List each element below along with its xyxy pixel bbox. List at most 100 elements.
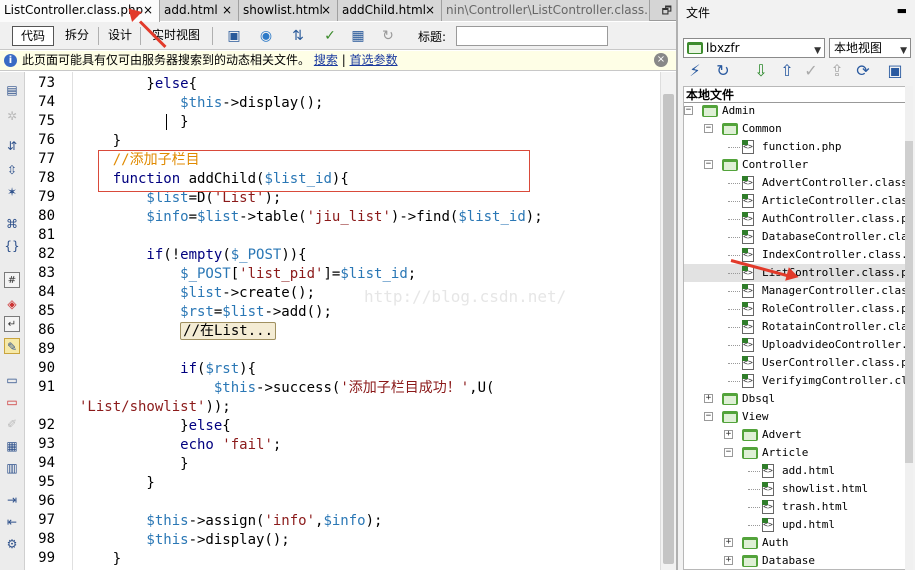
code-line[interactable]: $this->display(); [79, 531, 289, 550]
tab-addchild-html[interactable]: addChild.html × [338, 0, 442, 21]
tab-add-html[interactable]: add.html × [160, 0, 239, 21]
tree-file[interactable]: <> DatabaseController.class.php [684, 228, 905, 246]
tree-folder[interactable]: − Article [684, 444, 905, 462]
panel-minimize-icon[interactable]: ▬ [897, 4, 907, 17]
collapse-icon[interactable]: − [704, 160, 713, 169]
tree-file[interactable]: <> upd.html [684, 516, 905, 534]
code-editor[interactable]: }else{ $this->display(); } } //添加子栏目 fun… [75, 72, 660, 570]
format-source-icon[interactable]: ⚙ [4, 536, 20, 552]
tab-close-icon[interactable]: × [321, 0, 331, 20]
tree-folder[interactable]: − Admin [684, 102, 905, 120]
scrollbar-thumb[interactable] [663, 94, 674, 564]
indent-code-icon[interactable]: ⇥ [4, 492, 20, 508]
collapse-selection-icon[interactable]: ⇳ [4, 162, 20, 178]
site-select[interactable]: lbxzfr ▼ [683, 38, 825, 58]
check-browser-icon[interactable]: ✓ [320, 27, 340, 45]
editor-vertical-scrollbar[interactable] [660, 72, 676, 570]
expand-all-icon[interactable]: ✶ [4, 184, 20, 200]
tree-folder[interactable]: + Database [684, 552, 905, 569]
code-line[interactable]: $this->assign('info',$info); [79, 512, 382, 531]
collapse-icon[interactable]: − [724, 448, 733, 457]
open-documents-icon[interactable]: ▤ [4, 82, 20, 98]
tree-folder[interactable]: + Auth [684, 534, 905, 552]
wrap-tag-icon[interactable]: ✐ [4, 416, 20, 432]
design-view-button[interactable]: 设计 [102, 26, 138, 46]
line-numbers-icon[interactable]: # [4, 272, 20, 288]
scrollbar-thumb[interactable] [905, 141, 913, 463]
view-select[interactable]: 本地视图 ▼ [829, 38, 911, 58]
search-link[interactable]: 搜索 [314, 53, 338, 67]
tree-file[interactable]: <> add.html [684, 462, 905, 480]
code-line[interactable]: }else{ [79, 75, 197, 94]
tab-showlist-html[interactable]: showlist.html × [239, 0, 338, 21]
tree-file[interactable]: <> AdvertController.class.php [684, 174, 905, 192]
outdent-code-icon[interactable]: ⇤ [4, 514, 20, 530]
word-wrap-icon[interactable]: ↵ [4, 316, 20, 332]
expand-icon[interactable]: + [724, 430, 733, 439]
tree-file[interactable]: <> UploadvideoController.class.php [684, 336, 905, 354]
code-line[interactable]: $this->display(); [79, 94, 323, 113]
expand-icon[interactable]: + [724, 538, 733, 547]
code-line[interactable]: $info=$list->table('jiu_list')->find($li… [79, 208, 542, 227]
syntax-coloring-icon[interactable]: ✎ [4, 338, 20, 354]
tree-file[interactable]: <> ArticleController.class.php [684, 192, 905, 210]
code-line[interactable]: if(!empty($_POST)){ [79, 246, 306, 265]
tree-file[interactable]: <> IndexController.class.php [684, 246, 905, 264]
browser-preview-icon[interactable]: ◉ [256, 27, 276, 45]
connect-icon[interactable]: ⚡ [684, 60, 706, 82]
refresh-icon[interactable]: ↻ [712, 60, 734, 82]
code-line[interactable]: //在List... [79, 322, 277, 341]
code-view-button[interactable]: 代码 [12, 26, 54, 46]
show-code-navigator-icon[interactable]: ✲ [4, 108, 20, 124]
tree-file[interactable]: <> showlist.html [684, 480, 905, 498]
collapsed-code-block[interactable]: //在List... [180, 322, 277, 340]
close-infobar-icon[interactable]: × [654, 53, 668, 67]
code-line[interactable]: } [79, 113, 188, 132]
tree-file[interactable]: <> RoleController.class.php [684, 300, 905, 318]
tree-folder[interactable]: + Dbsql [684, 390, 905, 408]
code-line[interactable]: $_POST['list_pid']=$list_id; [79, 265, 416, 284]
tree-folder[interactable]: + Advert [684, 426, 905, 444]
tree-file[interactable]: <> trash.html [684, 498, 905, 516]
get-files-icon[interactable]: ⇩ [750, 60, 772, 82]
code-line[interactable]: $rst=$list->add(); [79, 303, 332, 322]
files-vertical-scrollbar[interactable] [905, 86, 913, 570]
expand-panel-icon[interactable]: ▣ [884, 60, 906, 82]
apply-comment-icon[interactable]: ▭ [4, 372, 20, 388]
tree-file[interactable]: <> ManagerController.class.php [684, 282, 905, 300]
move-css-icon[interactable]: ▥ [4, 460, 20, 476]
tab-close-icon[interactable]: × [143, 0, 153, 20]
restore-window-icon[interactable]: 🗗 [662, 2, 672, 21]
remove-comment-icon[interactable]: ▭ [4, 394, 20, 410]
tree-folder[interactable]: − Common [684, 120, 905, 138]
tree-file[interactable]: <> UserController.class.php [684, 354, 905, 372]
check-in-icon[interactable]: ⇪ [826, 60, 848, 82]
tree-folder[interactable]: − Controller [684, 156, 905, 174]
tree-file[interactable]: <> VerifyimgController.class.php [684, 372, 905, 390]
tree-file[interactable]: <> RotatainController.class.php [684, 318, 905, 336]
collapse-icon[interactable]: − [684, 106, 693, 115]
code-line[interactable]: }else{ [79, 417, 231, 436]
collapse-icon[interactable]: − [704, 412, 713, 421]
collapse-icon[interactable]: − [704, 124, 713, 133]
tab-path-listcontroller[interactable]: nin\Controller\ListController.class.php [442, 0, 650, 21]
preferences-link[interactable]: 首选参数 [350, 53, 398, 67]
code-line[interactable]: } [79, 550, 121, 569]
refresh-design-icon[interactable]: ↻ [378, 27, 398, 45]
expand-icon[interactable]: + [724, 556, 733, 565]
code-line[interactable]: } [79, 132, 121, 151]
recent-snippets-icon[interactable]: ▦ [4, 438, 20, 454]
code-line[interactable]: 'List/showlist')); [79, 398, 231, 417]
synchronize-icon[interactable]: ⟳ [852, 60, 874, 82]
tab-close-icon[interactable]: × [425, 0, 435, 20]
code-line[interactable]: if($rst){ [79, 360, 256, 379]
balance-braces-icon[interactable]: {} [4, 238, 20, 254]
split-view-button[interactable]: 拆分 [58, 26, 96, 46]
tree-folder[interactable]: − View [684, 408, 905, 426]
select-parent-tag-icon[interactable]: ⌘ [4, 216, 20, 232]
tree-file[interactable]: <> function.php [684, 138, 905, 156]
document-title-input[interactable] [456, 26, 608, 46]
highlight-invalid-code-icon[interactable]: ◈ [4, 296, 20, 312]
file-management-icon[interactable]: ⇅ [288, 27, 308, 45]
put-files-icon[interactable]: ⇧ [776, 60, 798, 82]
